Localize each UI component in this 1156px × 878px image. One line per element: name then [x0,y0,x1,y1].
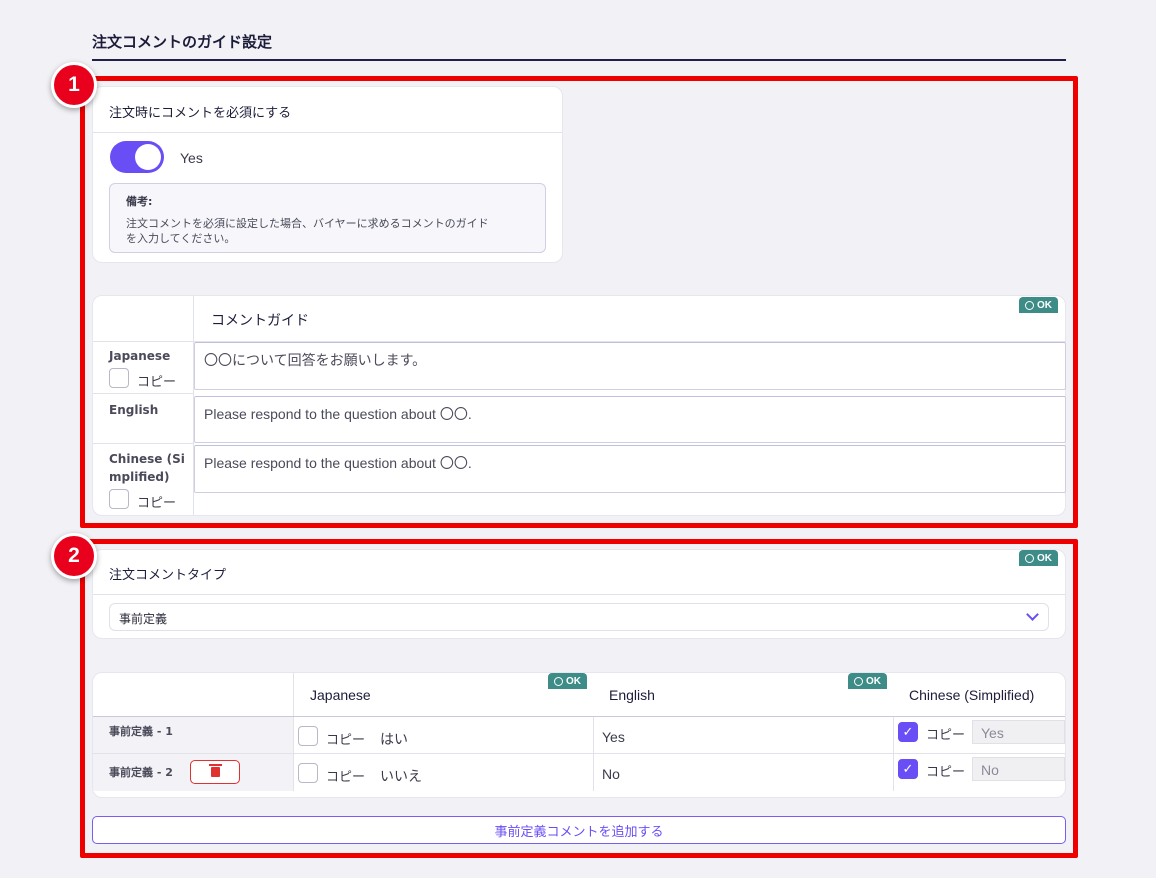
comment-type-select[interactable] [109,603,1049,631]
copy-checkbox-row2-chinese[interactable]: ✓ [898,759,918,779]
guide-input-english[interactable]: Please respond to the question about 〇〇. [194,396,1066,443]
trash-icon [208,764,222,777]
copy-label-row2-chinese: コピー [926,765,966,780]
add-predefined-comment-button[interactable]: 事前定義コメントを追加する [92,816,1066,844]
card-header-divider [93,132,562,133]
comment-type-ok-badge: OK [1019,550,1058,566]
column-header-japanese: Japanese [310,687,371,703]
ok-label: OK [1037,299,1052,311]
guide-input-chinese[interactable]: Please respond to the question about 〇〇. [194,445,1066,493]
table-col-divider [293,673,294,791]
row1-english-value[interactable]: Yes [602,729,625,745]
column-header-english: English [609,687,655,703]
copy-checkbox-row1-japanese[interactable] [298,726,318,746]
guide-row-divider [93,443,194,444]
column-header-chinese: Chinese (Simplified) [909,687,1035,703]
table-col-divider [593,717,594,791]
row1-japanese-value[interactable]: はい [380,729,408,749]
row2-chinese-value[interactable]: No [972,757,1065,781]
section-divider [92,59,1066,61]
copy-label-row2: コピー [326,770,366,785]
comment-guide-header: コメントガイド [211,312,309,328]
copy-label-chinese: コピー [137,496,177,511]
english-ok-badge: OK [848,673,887,689]
step-marker-2: 2 [51,533,97,579]
note-title: 備考: [126,195,153,208]
comment-type-title: 注文コメントタイプ [109,568,227,583]
check-circle-icon [554,676,563,686]
guide-row-label-english: English [109,403,159,417]
required-comment-toggle[interactable] [110,141,164,173]
card-header-divider [93,594,1065,595]
copy-label-japanese: コピー [137,375,177,390]
row2-english-value[interactable]: No [602,766,620,782]
guide-row-label-chinese: Chinese (Si [109,452,185,466]
table-row-divider [93,753,1065,754]
table-col-divider [893,717,894,791]
predefined-row-label-1: 事前定義 - 1 [109,725,173,738]
row2-japanese-value[interactable]: いいえ [380,766,422,786]
copy-checkbox-row2-japanese[interactable] [298,763,318,783]
step-marker-1: 1 [51,62,97,108]
guide-row-divider [93,393,194,394]
copy-checkbox-chinese[interactable] [109,489,129,509]
ok-label: OK [566,675,581,687]
copy-checkbox-japanese[interactable] [109,368,129,388]
toggle-label: Yes [180,150,203,166]
copy-label-row1-chinese: コピー [926,728,966,743]
section-title: 注文コメントのガイド設定 [92,33,273,51]
comment-type-selected: 事前定義 [119,612,168,626]
check-circle-icon [1025,300,1034,310]
note-text-line2: を入力してください。 [126,232,236,245]
note-text-line1: 注文コメントを必須に設定した場合、バイヤーに求めるコメントのガイド [126,217,489,230]
comment-guide-ok-badge: OK [1019,297,1058,313]
row1-chinese-value[interactable]: Yes [972,720,1065,744]
predefined-row-label-2: 事前定義 - 2 [109,766,173,779]
ok-label: OK [866,675,881,687]
checkmark-icon: ✓ [902,724,914,740]
japanese-ok-badge: OK [548,673,587,689]
ok-label: OK [1037,552,1052,564]
guide-row-label-chinese-line2: mplified) [109,470,170,484]
copy-checkbox-row1-chinese[interactable]: ✓ [898,722,918,742]
toggle-knob [135,144,161,170]
guide-input-japanese[interactable]: 〇〇について回答をお願いします。 [194,342,1066,390]
check-circle-icon [1025,553,1034,563]
delete-row-button[interactable] [190,760,240,784]
check-circle-icon [854,676,863,686]
copy-label-row1: コピー [326,733,366,748]
guide-row-label-japanese: Japanese [109,349,171,363]
checkmark-icon: ✓ [902,761,914,777]
required-comment-title: 注文時にコメントを必須にする [109,106,292,121]
